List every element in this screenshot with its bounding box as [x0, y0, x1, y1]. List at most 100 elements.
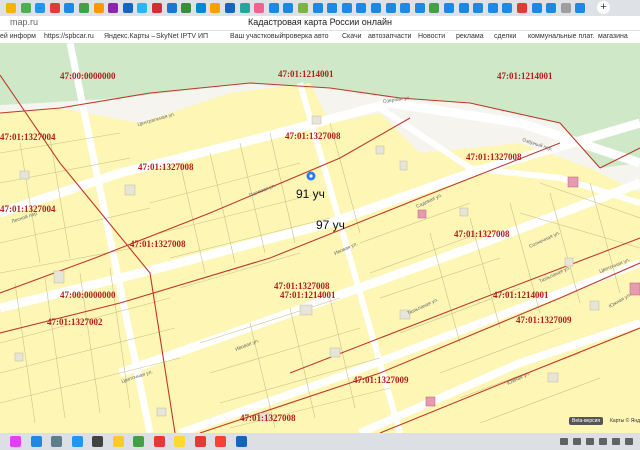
- browser-tab-favicon[interactable]: [385, 3, 396, 13]
- bookmark-item[interactable]: магазина: [598, 33, 628, 40]
- tray-icon[interactable]: [586, 438, 594, 445]
- beta-badge: Beta-версия: [569, 417, 604, 425]
- bookmark-item[interactable]: SkyNet IPTV: [156, 33, 196, 40]
- browser-tab-favicon[interactable]: [312, 3, 323, 13]
- taskbar-app-icon[interactable]: [194, 436, 206, 447]
- bookmark-item[interactable]: Яндекс.Карты –: [104, 33, 155, 40]
- browser-tab-favicon[interactable]: [122, 3, 133, 13]
- taskbar: [0, 433, 640, 450]
- browser-tab-favicon[interactable]: [137, 3, 148, 13]
- address-bar[interactable]: map.ru Кадастровая карта России онлайн: [0, 16, 640, 31]
- browser-tab-favicon[interactable]: [546, 3, 557, 13]
- bookmark-item[interactable]: сделки: [494, 33, 516, 40]
- taskbar-app-icon[interactable]: [92, 436, 103, 447]
- tray-icon[interactable]: [599, 438, 607, 445]
- browser-tab-favicon[interactable]: [560, 3, 571, 13]
- browser-tab-favicon[interactable]: [64, 3, 75, 13]
- cadastral-label: 47:01:1214001: [278, 69, 334, 79]
- cadastral-label: 47:01:1327004: [0, 132, 56, 142]
- location-marker-icon[interactable]: [306, 171, 316, 181]
- bookmark-item[interactable]: ей информ: [0, 33, 36, 40]
- taskbar-app-icon[interactable]: [51, 436, 62, 447]
- page-title: Кадастровая карта России онлайн: [247, 17, 393, 27]
- cadastral-label: 47:01:1327008: [138, 162, 194, 172]
- browser-tab-favicon[interactable]: [444, 3, 454, 13]
- browser-tab-favicon[interactable]: [108, 3, 119, 13]
- cadastral-label: 47:01:1327002: [47, 317, 103, 327]
- bookmark-item[interactable]: Скачи: [342, 33, 362, 40]
- cadastral-label: 47:01:1327008: [454, 229, 510, 239]
- browser-tab-favicon[interactable]: [239, 3, 250, 13]
- cadastral-label: 47:01:1214001: [497, 71, 553, 81]
- taskbar-app-icon[interactable]: [71, 436, 83, 447]
- bookmark-item[interactable]: ИП: [198, 33, 208, 40]
- taskbar-app-icon[interactable]: [10, 436, 21, 447]
- new-tab-button[interactable]: +: [597, 1, 610, 14]
- plot-label-91: 91 уч: [296, 187, 325, 201]
- bookmark-item[interactable]: реклама: [456, 33, 484, 40]
- browser-tab-favicon[interactable]: [502, 3, 513, 13]
- browser-tab-favicon[interactable]: [371, 3, 381, 13]
- browser-tab-favicon[interactable]: [195, 3, 206, 13]
- cadastral-map[interactable]: 47:01:1214001 47:01:1214001 47:00:000000…: [0, 43, 640, 433]
- browser-tab-favicon[interactable]: [298, 3, 308, 13]
- browser-tab-favicon[interactable]: [487, 3, 498, 13]
- browser-tab-favicon[interactable]: [93, 3, 104, 13]
- browser-tab-favicon[interactable]: [6, 3, 16, 13]
- cadastral-label: 47:01:1327008: [130, 239, 186, 249]
- bookmark-item[interactable]: коммунальные плат.: [528, 33, 594, 40]
- browser-tab-favicon[interactable]: [166, 3, 177, 13]
- browser-tab-favicon[interactable]: [414, 3, 425, 13]
- map-copyright[interactable]: Карты © Янд: [610, 418, 640, 424]
- tray-icon[interactable]: [612, 438, 620, 445]
- browser-tab-favicon[interactable]: [254, 3, 265, 13]
- cadastral-label: 47:01:1327004: [0, 204, 56, 214]
- tray-icon[interactable]: [560, 438, 568, 445]
- taskbar-app-icon[interactable]: [30, 436, 42, 447]
- browser-tab-favicon[interactable]: [531, 3, 542, 13]
- taskbar-app-icon[interactable]: [174, 436, 185, 447]
- taskbar-app-icon[interactable]: [235, 436, 247, 447]
- cadastral-label: 47:01:1327008: [240, 413, 296, 423]
- browser-tab-favicon[interactable]: [517, 3, 527, 13]
- cadastral-label: 47:01:1214001: [493, 290, 549, 300]
- cadastral-label: 47:01:1214001: [280, 290, 336, 300]
- browser-tab-favicon[interactable]: [49, 3, 60, 13]
- browser-tab-favicon[interactable]: [210, 3, 221, 13]
- browser-tab-favicon[interactable]: [575, 3, 586, 13]
- browser-tab-favicon[interactable]: [268, 3, 279, 13]
- browser-tab-favicon[interactable]: [35, 3, 46, 13]
- map-canvas[interactable]: 47:01:1214001 47:01:1214001 47:00:000000…: [0, 43, 640, 433]
- browser-tab-favicon[interactable]: [152, 3, 162, 13]
- taskbar-app-icon[interactable]: [153, 436, 165, 447]
- browser-tab-strip: +: [0, 0, 640, 16]
- browser-tab-favicon[interactable]: [181, 3, 192, 13]
- browser-tab-favicon[interactable]: [458, 3, 469, 13]
- browser-tab-favicon[interactable]: [225, 3, 235, 13]
- taskbar-app-icon[interactable]: [215, 436, 226, 447]
- cadastral-label: 47:01:1327008: [466, 152, 522, 162]
- browser-tab-favicon[interactable]: [400, 3, 411, 13]
- bookmark-item[interactable]: Ваш участковый: [230, 33, 284, 40]
- bookmark-item[interactable]: проверка авто: [282, 33, 329, 40]
- browser-tab-favicon[interactable]: [327, 3, 338, 13]
- bookmark-item[interactable]: автозапчасти: [368, 33, 411, 40]
- browser-tab-favicon[interactable]: [20, 3, 31, 13]
- bookmark-item[interactable]: https://spbcar.ru: [44, 33, 94, 40]
- taskbar-app-icon[interactable]: [112, 436, 124, 447]
- cadastral-label: 47:01:1327008: [285, 131, 341, 141]
- browser-tab-favicon[interactable]: [356, 3, 367, 13]
- browser-tab-favicon[interactable]: [429, 3, 440, 13]
- cadastral-label: 47:00:0000000: [60, 71, 116, 81]
- browser-tab-favicon[interactable]: [283, 3, 294, 13]
- cadastral-label: 47:01:1327009: [353, 375, 409, 385]
- bookmark-item[interactable]: Новости: [418, 33, 445, 40]
- cadastral-label: 47:01:1327009: [516, 315, 572, 325]
- plot-label-97: 97 уч: [316, 218, 345, 232]
- browser-tab-favicon[interactable]: [341, 3, 352, 13]
- browser-tab-favicon[interactable]: [79, 3, 89, 13]
- taskbar-app-icon[interactable]: [133, 436, 144, 447]
- browser-tab-favicon[interactable]: [473, 3, 484, 13]
- tray-icon[interactable]: [625, 438, 633, 445]
- tray-icon[interactable]: [573, 438, 581, 445]
